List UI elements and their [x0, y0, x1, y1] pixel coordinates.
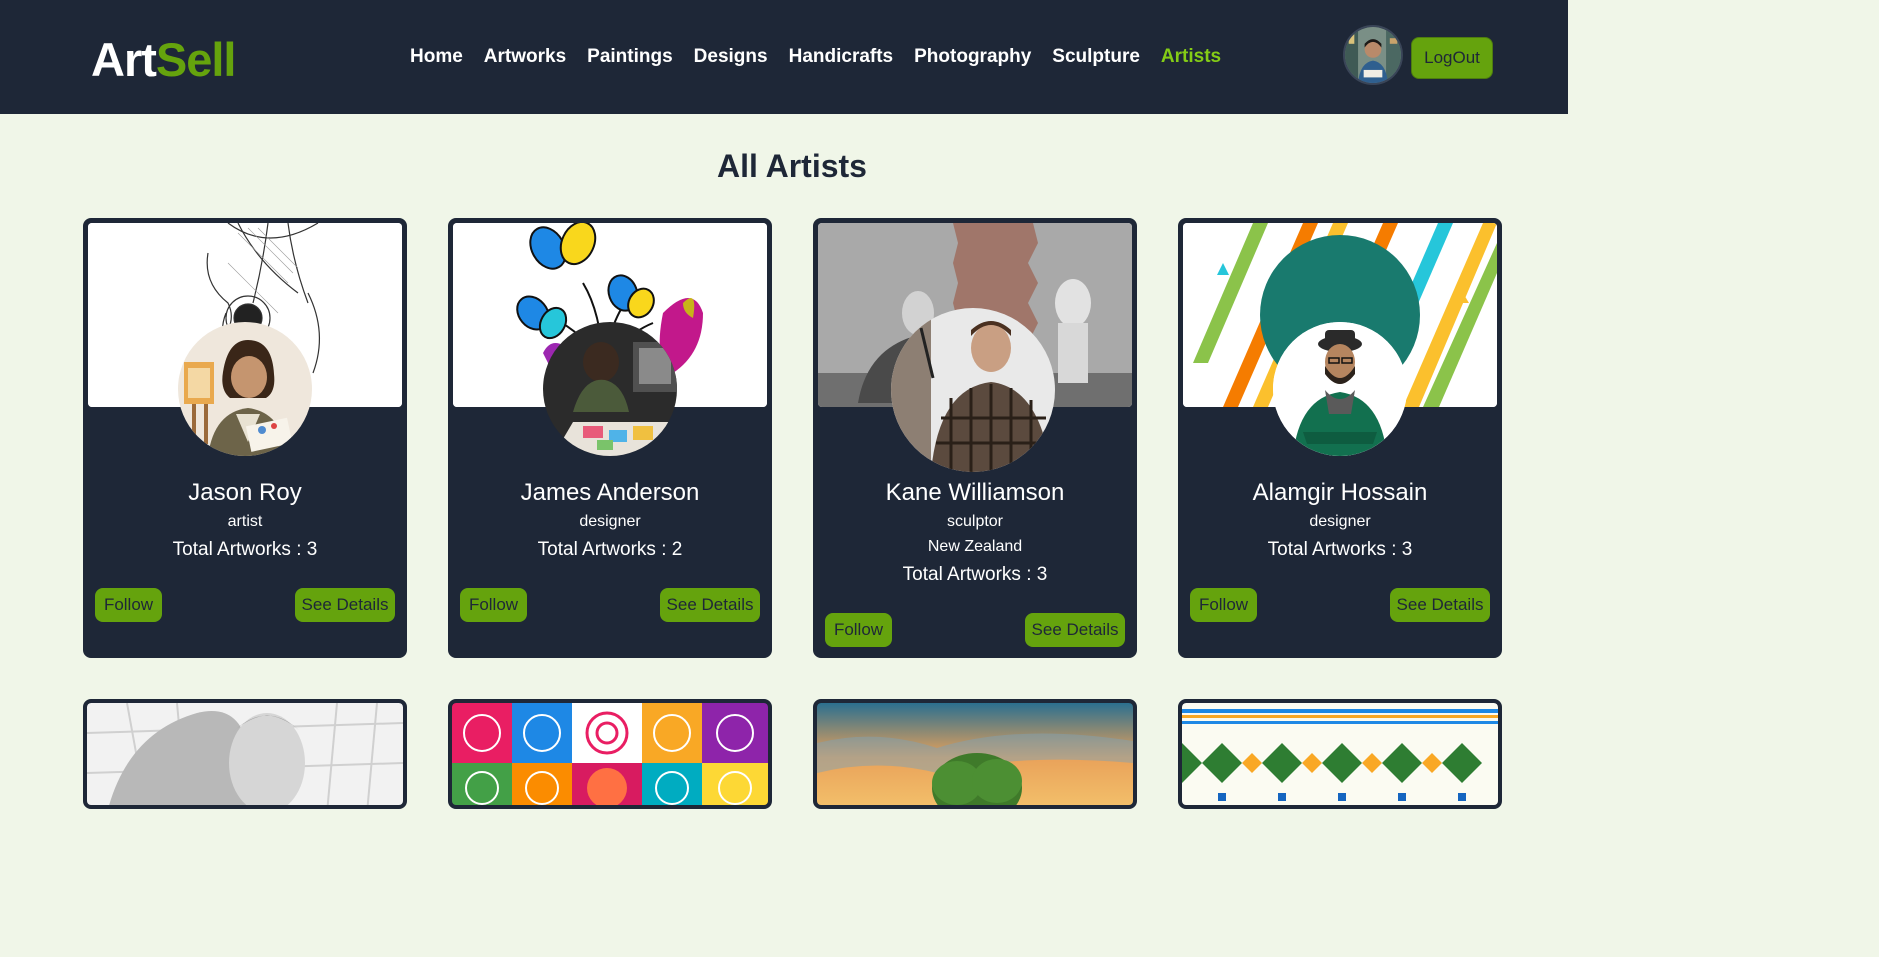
nav-link-home[interactable]: Home [410, 45, 463, 69]
artist-photo [178, 322, 312, 456]
artist-card [83, 699, 407, 809]
artist-cover-image [817, 703, 1133, 805]
artist-name: James Anderson [520, 479, 700, 506]
artist-role: designer [1309, 513, 1371, 530]
nav-link-artworks[interactable]: Artworks [484, 45, 566, 69]
statue-cover [87, 703, 403, 805]
artist-card: Jason Roy artist Total Artworks : 3 Foll… [83, 218, 407, 658]
artist-card [448, 699, 772, 809]
artist-name: Alamgir Hossain [1252, 479, 1428, 506]
artist-avatar [178, 322, 312, 456]
artist-cover-image [87, 703, 403, 805]
see-details-button[interactable]: See Details [1025, 613, 1125, 647]
artist-avatar [891, 308, 1055, 472]
nav-link-sculpture[interactable]: Sculpture [1052, 45, 1140, 69]
nav-link-paintings[interactable]: Paintings [587, 45, 673, 69]
site-logo[interactable]: ArtSell [91, 34, 236, 86]
artist-total-artworks: Total Artworks : 2 [537, 539, 683, 560]
follow-button[interactable]: Follow [95, 588, 162, 622]
follow-button[interactable]: Follow [460, 588, 527, 622]
artist-card: James Anderson designer Total Artworks :… [448, 218, 772, 658]
see-details-button[interactable]: See Details [660, 588, 760, 622]
see-details-button[interactable]: See Details [295, 588, 395, 622]
artist-name: Jason Roy [188, 479, 302, 506]
follow-button[interactable]: Follow [1190, 588, 1257, 622]
nav-link-artists[interactable]: Artists [1161, 45, 1221, 69]
artist-card: Kane Williamson sculptor New Zealand Tot… [813, 218, 1137, 658]
artist-photo [891, 308, 1055, 472]
user-avatar-image [1345, 27, 1401, 83]
nav-link-handicrafts[interactable]: Handicrafts [789, 45, 894, 69]
artist-role: designer [579, 513, 641, 530]
artist-cover-image [1182, 703, 1498, 805]
artist-total-artworks: Total Artworks : 3 [902, 564, 1048, 585]
artist-avatar [543, 322, 677, 456]
logo-text-art: Art [91, 33, 157, 86]
nav-link-designs[interactable]: Designs [694, 45, 768, 69]
page-title: All Artists [717, 148, 867, 184]
user-avatar[interactable] [1343, 25, 1403, 85]
artist-photo [543, 322, 677, 456]
see-details-button[interactable]: See Details [1390, 588, 1490, 622]
artist-card [1178, 699, 1502, 809]
artist-card: Alamgir Hossain designer Total Artworks … [1178, 218, 1502, 658]
artist-card [813, 699, 1137, 809]
nav-link-photography[interactable]: Photography [914, 45, 1031, 69]
artist-country: New Zealand [927, 538, 1023, 555]
artist-cover-image [452, 703, 768, 805]
main-nav: Home Artworks Paintings Designs Handicra… [410, 45, 1221, 69]
artist-total-artworks: Total Artworks : 3 [172, 539, 318, 560]
logout-button[interactable]: LogOut [1411, 37, 1493, 79]
follow-button[interactable]: Follow [825, 613, 892, 647]
mandala-pattern-cover [452, 703, 768, 805]
artist-photo [1273, 322, 1407, 456]
artist-name: Kane Williamson [885, 479, 1065, 506]
artist-total-artworks: Total Artworks : 3 [1267, 539, 1413, 560]
artist-avatar [1273, 322, 1407, 456]
top-navbar: ArtSell Home Artworks Paintings Designs … [0, 0, 1568, 114]
sunset-tree-cover [817, 703, 1133, 805]
logo-text-sell: Sell [155, 33, 237, 86]
artist-role: sculptor [946, 513, 1004, 530]
embroidery-pattern-cover [1182, 703, 1498, 805]
artist-role: artist [227, 513, 263, 530]
